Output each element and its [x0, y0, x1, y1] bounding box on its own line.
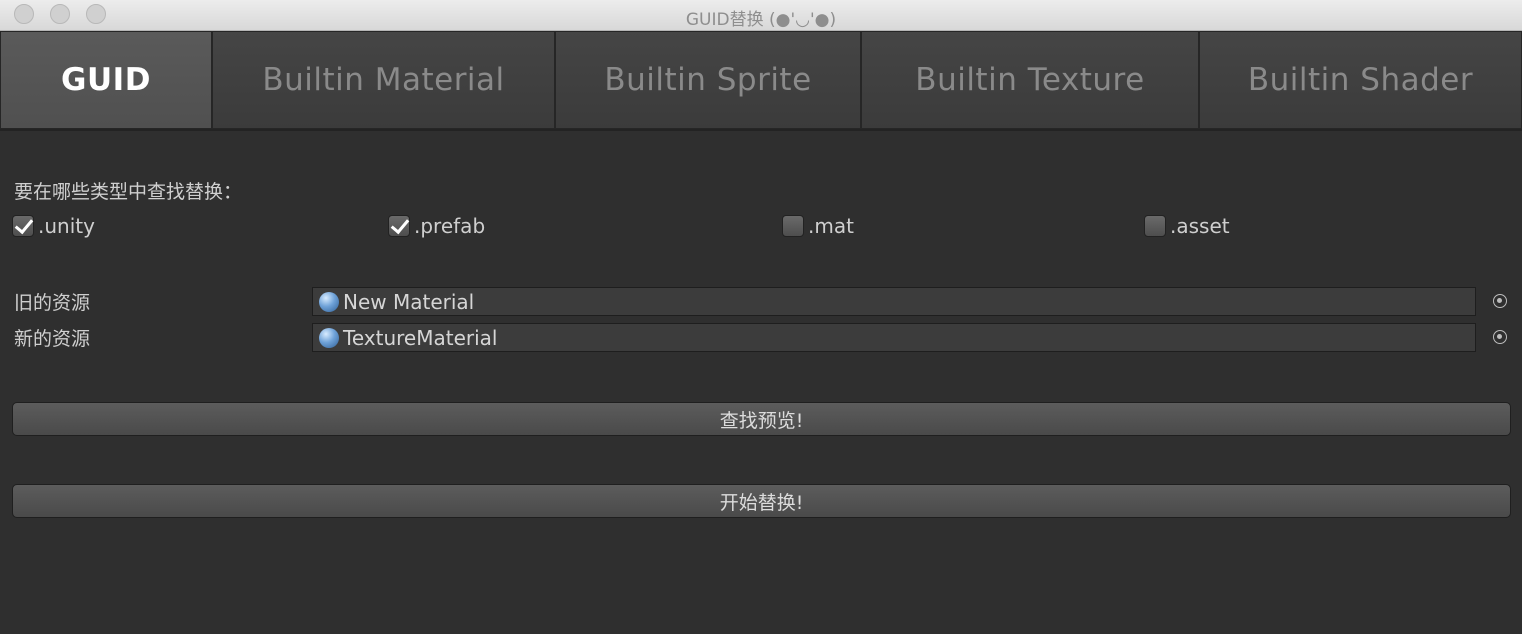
tab-guid[interactable]: GUID — [0, 31, 212, 129]
checkbox-asset[interactable]: .asset — [1144, 213, 1230, 239]
checkbox-unity-label: .unity — [38, 214, 95, 238]
checkbox-prefab-label: .prefab — [414, 214, 486, 238]
window-title: GUID替换 (●'◡'●) — [685, 10, 837, 30]
checkbox-mat-label: .mat — [808, 214, 854, 238]
new-asset-picker-icon[interactable] — [1493, 330, 1507, 344]
material-sphere-icon — [319, 327, 339, 348]
checkbox-prefab-box[interactable] — [388, 215, 410, 237]
tab-builtin-shader[interactable]: Builtin Shader — [1199, 31, 1522, 129]
checkbox-prefab[interactable]: .prefab — [388, 213, 485, 239]
checkbox-asset-box[interactable] — [1144, 215, 1166, 237]
checkbox-mat-box[interactable] — [782, 215, 804, 237]
find-preview-button[interactable]: 查找预览! — [12, 402, 1511, 436]
search-types-prompt: 要在哪些类型中查找替换： — [14, 181, 243, 203]
editor-window: GUID替换 (●'◡'●) GUID Builtin Material Bui… — [0, 0, 1522, 634]
checkbox-mat[interactable]: .mat — [782, 213, 854, 239]
start-replace-button[interactable]: 开始替换! — [12, 484, 1511, 518]
old-asset-value: New Material — [343, 289, 475, 314]
title-bar: GUID替换 (●'◡'●) — [0, 0, 1522, 31]
checkbox-unity[interactable]: .unity — [12, 213, 95, 239]
new-asset-label: 新的资源 — [14, 328, 91, 350]
material-sphere-icon — [319, 291, 339, 312]
guid-panel: 要在哪些类型中查找替换： .unity .prefab .mat .asset … — [0, 131, 1522, 634]
tab-builtin-material[interactable]: Builtin Material — [212, 31, 555, 129]
checkbox-asset-label: .asset — [1170, 214, 1230, 238]
tab-builtin-sprite[interactable]: Builtin Sprite — [555, 31, 861, 129]
old-asset-label: 旧的资源 — [14, 292, 91, 314]
new-asset-value: TextureMaterial — [343, 325, 498, 350]
old-asset-field[interactable]: New Material — [312, 287, 1476, 316]
tab-bar: GUID Builtin Material Builtin Sprite Bui… — [0, 31, 1522, 131]
old-asset-picker-icon[interactable] — [1493, 294, 1507, 308]
new-asset-field[interactable]: TextureMaterial — [312, 323, 1476, 352]
checkbox-unity-box[interactable] — [12, 215, 34, 237]
tab-builtin-texture[interactable]: Builtin Texture — [861, 31, 1199, 129]
